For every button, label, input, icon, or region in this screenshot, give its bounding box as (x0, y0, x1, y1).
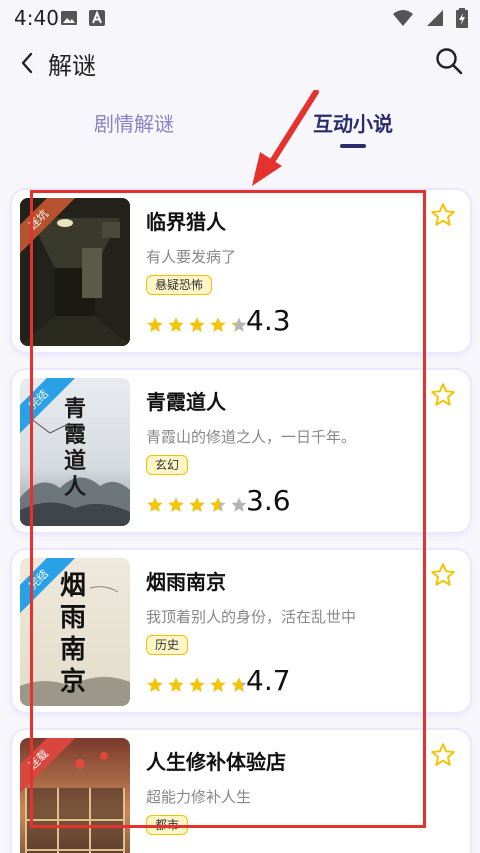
signal-icon (426, 9, 444, 31)
active-tab-indicator (340, 144, 366, 148)
book-title: 人生修补体验店 (146, 750, 286, 774)
page-title: 解谜 (48, 52, 96, 80)
genre-tag: 都市 (146, 815, 189, 835)
book-title: 烟雨南京 (146, 570, 226, 594)
genre-tag: 历史 (146, 635, 189, 655)
status-time: 4:40 (14, 6, 59, 30)
star-icon (147, 677, 163, 692)
star-icon (210, 497, 226, 512)
favorite-button[interactable] (430, 202, 456, 228)
book-card[interactable]: 连载 人生修补体验店 超能力修补人生 都市 (12, 730, 470, 853)
star-icon (147, 497, 163, 512)
book-card[interactable]: 连坑 临界猎人 有人要发病了 悬疑恐怖 4.3 (12, 190, 470, 352)
back-button[interactable] (14, 48, 42, 78)
rating-value: 4.7 (246, 664, 291, 697)
system-icons (392, 8, 468, 32)
star-icon (210, 317, 226, 332)
category-tabs: 剧情解谜 互动小说 (0, 108, 480, 156)
star-outline-icon (431, 203, 455, 226)
book-title: 青霞道人 (146, 390, 226, 414)
book-cover: 完结 烟雨南京 (20, 558, 130, 706)
notification-icons (60, 9, 106, 31)
star-icon (147, 317, 163, 332)
star-rating (146, 496, 248, 514)
star-icon (189, 677, 205, 692)
book-description: 有人要发病了 (146, 248, 237, 266)
star-outline-icon (431, 743, 455, 766)
wifi-icon (392, 9, 414, 31)
star-rating (146, 676, 248, 694)
cover-calligraphy: 烟雨南京 (60, 571, 87, 697)
star-outline-icon (431, 563, 455, 586)
star-icon (210, 677, 226, 692)
star-icon (168, 677, 184, 692)
book-card[interactable]: 完结 青霞道人 青霞道人 青霞山的修道之人，一日千年。 玄幻 3.6 (12, 370, 470, 532)
rating-value: 3.6 (246, 484, 291, 517)
search-button[interactable] (434, 46, 464, 76)
image-notification-icon (60, 9, 78, 31)
app-bar: 解谜 (0, 36, 480, 92)
cover-calligraphy: 青霞道人 (64, 396, 87, 500)
status-bar: 4:40 (0, 0, 480, 36)
chevron-left-icon (21, 52, 33, 74)
star-icon (189, 497, 205, 512)
book-cover: 连坑 (20, 198, 130, 346)
star-outline-icon (431, 383, 455, 406)
rating-value: 4.3 (246, 304, 291, 337)
favorite-button[interactable] (430, 562, 456, 588)
star-icon (189, 317, 205, 332)
book-description: 超能力修补人生 (146, 788, 252, 806)
search-icon (436, 48, 463, 75)
app-notification-icon (88, 9, 106, 31)
star-icon (168, 317, 184, 332)
book-card[interactable]: 完结 烟雨南京 烟雨南京 我顶着别人的身份，活在乱世中 历史 4.7 (12, 550, 470, 712)
battery-icon (456, 8, 468, 32)
star-rating (146, 316, 248, 334)
genre-tag: 玄幻 (146, 455, 189, 475)
book-cover: 完结 青霞道人 (20, 378, 130, 526)
star-icon (168, 497, 184, 512)
book-description: 我顶着别人的身份，活在乱世中 (146, 608, 357, 626)
tab-plot-puzzle[interactable]: 剧情解谜 (94, 108, 174, 137)
favorite-button[interactable] (430, 382, 456, 408)
book-title: 临界猎人 (146, 210, 226, 234)
genre-tag: 悬疑恐怖 (146, 275, 213, 295)
favorite-button[interactable] (430, 742, 456, 768)
tab-interactive-novel[interactable]: 互动小说 (313, 108, 393, 137)
book-cover: 连载 (20, 738, 130, 853)
book-description: 青霞山的修道之人，一日千年。 (146, 428, 357, 446)
